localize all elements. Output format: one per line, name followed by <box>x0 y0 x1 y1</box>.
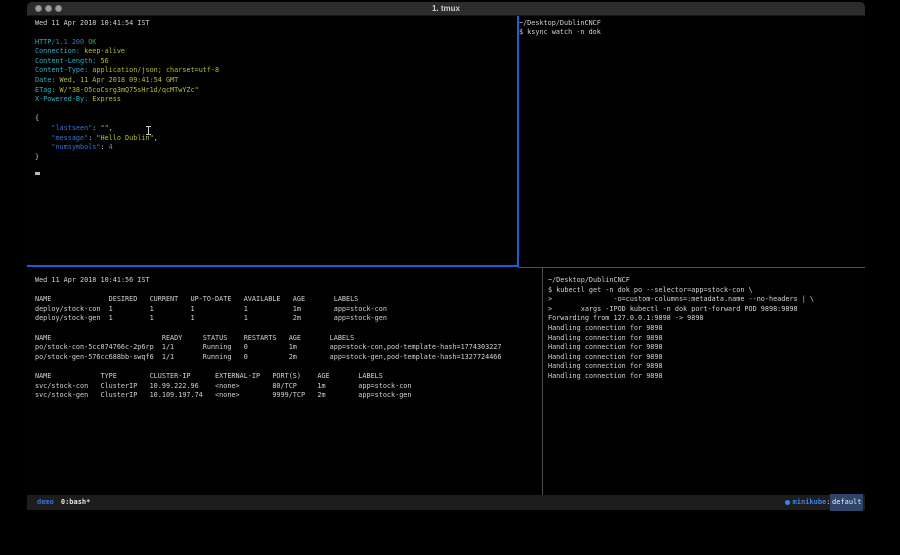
terminal-line: ~/Desktop/DublinCNCF <box>519 19 865 29</box>
terminal-line: X-Powered-By: Express <box>35 95 524 105</box>
terminal-line <box>35 362 549 372</box>
terminal-line: Wed 11 Apr 2018 10:41:56 IST <box>35 276 549 286</box>
terminal-line: HTTP/1.1 200 OK <box>35 38 524 48</box>
terminal-line: NAME READY STATUS RESTARTS AGE LABELS <box>35 334 549 344</box>
kube-namespace: default <box>830 494 863 511</box>
terminal-line: Date: Wed, 11 Apr 2018 09:41:54 GMT <box>35 76 524 86</box>
terminal-line: Connection: keep-alive <box>35 47 524 57</box>
pane-divider-horizontal[interactable] <box>518 267 865 268</box>
terminal-line: } <box>35 153 524 163</box>
terminal-line: $ kubectl get -n dok po --selector=app=s… <box>548 286 869 296</box>
kubernetes-helm-icon <box>785 500 790 505</box>
terminal-line: "message": "Hello Dublin", <box>35 134 524 144</box>
pane-http-response[interactable]: Wed 11 Apr 2018 10:41:54 IST HTTP/1.1 20… <box>27 17 524 268</box>
terminal-line: svc/stock-con ClusterIP 10.99.222.96 <no… <box>35 382 549 392</box>
terminal-line: svc/stock-gen ClusterIP 10.109.197.74 <n… <box>35 391 549 401</box>
tmux-status-bar: demo 0:bash* minikube : default <box>27 495 865 510</box>
terminal-line: ETag: W/"38-O5coCsrg3mQ75sHr1d/qcMTwYZc" <box>35 86 524 96</box>
tmux-session-name: demo <box>37 495 54 510</box>
terminal-line <box>35 286 549 296</box>
terminal-line: deploy/stock-con 1 1 1 1 1m app=stock-co… <box>35 305 549 315</box>
desktop-background: 1. tmux Wed 11 Apr 2018 10:41:54 IST HTT… <box>0 0 900 555</box>
pane-kubectl-get[interactable]: Wed 11 Apr 2018 10:41:56 IST NAME DESIRE… <box>27 270 549 501</box>
terminal-line: NAME TYPE CLUSTER-IP EXTERNAL-IP PORT(S)… <box>35 372 549 382</box>
terminal-line: Forwarding from 127.0.0.1:9898 -> 9898 <box>548 314 869 324</box>
terminal-line: Handling connection for 9898 <box>548 324 869 334</box>
tmux-window-label[interactable]: 0:bash* <box>61 495 91 510</box>
terminal-line: NAME DESIRED CURRENT UP-TO-DATE AVAILABL… <box>35 295 549 305</box>
terminal-line: Content-Type: application/json; charset=… <box>35 66 524 76</box>
terminal-line: $ ksync watch -n dok <box>519 28 865 38</box>
pane-ksync[interactable]: ~/Desktop/DublinCNCF$ ksync watch -n dok <box>519 17 865 268</box>
terminal-line: po/stock-gen-576cc688bb-swqf6 1/1 Runnin… <box>35 353 549 363</box>
terminal-line: Handling connection for 9898 <box>548 343 869 353</box>
mouse-cursor-ibeam <box>146 126 151 135</box>
terminal-line: ~/Desktop/DublinCNCF <box>548 276 869 286</box>
terminal-line <box>35 324 549 334</box>
pane-divider-horizontal-active[interactable] <box>27 265 518 267</box>
terminal-line <box>35 28 524 38</box>
terminal-line <box>35 162 524 172</box>
terminal-line: > xargs -IPOD kubectl -n dok port-forwar… <box>548 305 869 315</box>
terminal-line: Wed 11 Apr 2018 10:41:54 IST <box>35 19 524 29</box>
pane-divider-vertical-bottom[interactable] <box>542 268 543 495</box>
terminal-line: Handling connection for 9898 <box>548 334 869 344</box>
terminal-line: deploy/stock-gen 1 1 1 1 2m app=stock-ge… <box>35 314 549 324</box>
pane-port-forward[interactable]: ~/Desktop/DublinCNCF$ kubectl get -n dok… <box>544 270 869 501</box>
window-title: 1. tmux <box>27 2 865 15</box>
terminal-line: "lastseen": "", <box>35 124 524 134</box>
terminal-window: 1. tmux Wed 11 Apr 2018 10:41:54 IST HTT… <box>27 2 865 508</box>
kube-cluster-name: minikube <box>793 495 827 510</box>
terminal-line: Handling connection for 9898 <box>548 362 869 372</box>
terminal-line <box>35 105 524 115</box>
terminal-line: > -o=custom-columns=:metadata.name --no-… <box>548 295 869 305</box>
terminal-line: Content-Length: 56 <box>35 57 524 67</box>
terminal-cursor <box>35 172 40 175</box>
terminal-line: { <box>35 114 524 124</box>
terminal-line: Handling connection for 9898 <box>548 372 869 382</box>
terminal-line: po/stock-con-5cc874766c-2p6rp 1/1 Runnin… <box>35 343 549 353</box>
window-titlebar[interactable]: 1. tmux <box>27 2 865 16</box>
status-bar-left: demo 0:bash* <box>37 495 90 510</box>
terminal-line: Handling connection for 9898 <box>548 353 869 363</box>
status-bar-right: minikube : default <box>785 495 863 510</box>
terminal-line: "numsymbols": 4 <box>35 143 524 153</box>
